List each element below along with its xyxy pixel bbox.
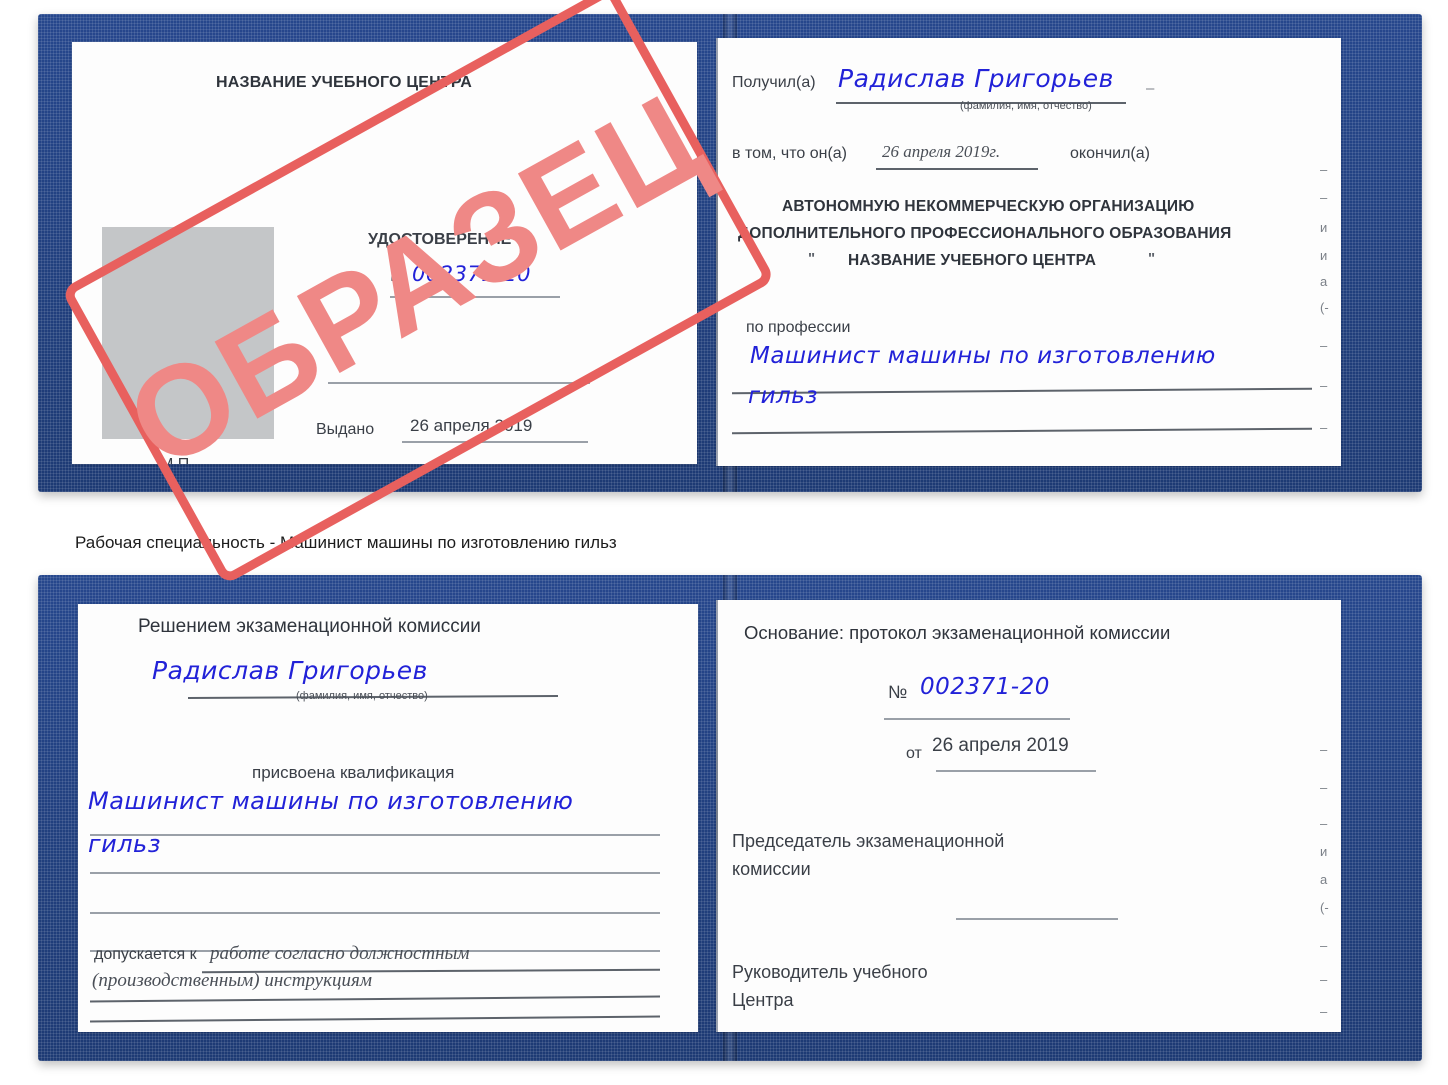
spine-fold-top	[716, 38, 718, 466]
finished-label: окончил(а)	[1070, 145, 1150, 162]
photo-placeholder	[102, 227, 274, 439]
edge-mark-b5: (-	[1320, 900, 1329, 915]
received-dash: –	[1146, 80, 1155, 97]
top-left-heading: НАЗВАНИЕ УЧЕБНОГО ЦЕНТРА	[216, 74, 473, 91]
qualification-value-line-1: Машинист машины по изготовлению	[88, 787, 574, 815]
edge-mark-b2: –	[1320, 816, 1328, 831]
edge-mark-b0: –	[1320, 742, 1328, 757]
qualification-label: присвоена квалификация	[252, 763, 455, 782]
page-bottom-right: Основание: протокол экзаменационной коми…	[716, 600, 1341, 1032]
chairman-signature-rule	[956, 918, 1118, 920]
profession-rule-2	[732, 427, 1312, 434]
bottom-left-heading: Решением экзаменационной комиссии	[138, 616, 481, 637]
edge-mark-6: –	[1320, 338, 1328, 353]
protocol-number-rule	[884, 718, 1070, 720]
qualification-value-line-2: гильз	[88, 830, 161, 858]
seal-label: М.П.	[160, 456, 194, 464]
protocol-date-rule	[936, 770, 1096, 772]
top-left-title: УДОСТОВЕРЕНИЕ	[368, 231, 512, 248]
certificate-number-value: 002371-20	[412, 262, 531, 286]
edge-mark-5: (-	[1320, 300, 1329, 315]
page-bottom-left: Решением экзаменационной комиссии Радисл…	[78, 604, 698, 1032]
finish-date-rule	[876, 168, 1038, 170]
blank-rule-a	[90, 912, 660, 914]
org-line-1: АВТОНОМНУЮ НЕКОММЕРЧЕСКУЮ ОРГАНИЗАЦИЮ	[782, 198, 1195, 215]
org-line-2: ДОПОЛНИТЕЛЬНОГО ПРОФЕССИОНАЛЬНОГО ОБРАЗО…	[738, 225, 1232, 242]
received-value: Радислав Григорьев	[838, 64, 1114, 93]
certificate-number-label: №	[390, 268, 408, 285]
received-label: Получил(а)	[732, 74, 816, 91]
graduate-name-hint: (фамилия, имя, отчество)	[296, 690, 428, 702]
edge-mark-b4: а	[1320, 872, 1328, 887]
admitted-value-line-1: работе согласно должностным	[210, 943, 470, 964]
page-top-left: НАЗВАНИЕ УЧЕБНОГО ЦЕНТРА УДОСТОВЕРЕНИЕ №…	[72, 42, 697, 464]
in-that-label: в том, что он(а)	[732, 145, 847, 162]
org-quote-close: "	[1148, 250, 1156, 267]
edge-mark-4: а	[1320, 274, 1328, 289]
issued-rule	[402, 441, 588, 443]
protocol-date-value: 26 апреля 2019	[932, 735, 1069, 756]
admitted-rule-3	[90, 1015, 660, 1022]
edge-mark-1: –	[1320, 190, 1328, 205]
edge-mark-b7: –	[1320, 972, 1328, 987]
admitted-label: допускается к	[94, 946, 197, 963]
page-caption: Рабочая специальность - Машинист машины …	[75, 533, 617, 552]
protocol-date-label: от	[906, 745, 922, 762]
chairman-line-1: Председатель экзаменационной	[732, 831, 1005, 851]
graduate-name-value: Радислав Григорьев	[152, 656, 428, 685]
issued-value: 26 апреля 2019	[410, 416, 533, 435]
org-line-3: НАЗВАНИЕ УЧЕБНОГО ЦЕНТРА	[848, 252, 1097, 269]
edge-mark-3: и	[1320, 248, 1328, 263]
qualification-rule-2	[90, 872, 660, 874]
finish-date-value: 26 апреля 2019г.	[882, 142, 1001, 161]
edge-mark-8: –	[1320, 420, 1328, 435]
page-top-right: Получил(а) Радислав Григорьев (фамилия, …	[716, 38, 1341, 466]
certificate-number-rule	[390, 296, 560, 298]
edge-mark-b1: –	[1320, 780, 1328, 795]
chairman-line-2: комиссии	[732, 859, 811, 879]
edge-mark-2: и	[1320, 220, 1328, 235]
edge-mark-b8: –	[1320, 1004, 1328, 1019]
profession-rule-1	[732, 387, 1312, 394]
issued-label: Выдано	[316, 421, 375, 438]
basis-label: Основание: протокол экзаменационной коми…	[744, 622, 1171, 643]
protocol-number-value: 002371-20	[920, 674, 1050, 700]
profession-value-line-1: Машинист машины по изготовлению	[750, 343, 1216, 369]
edge-mark-b3: и	[1320, 844, 1328, 859]
edge-mark-7: –	[1320, 378, 1328, 393]
org-quote-open: "	[808, 250, 816, 267]
protocol-number-label: №	[888, 682, 908, 702]
admitted-value-line-2: (производственным) инструкциям	[92, 970, 372, 991]
profession-value-line-2: гильз	[748, 383, 819, 409]
edge-mark-0: –	[1320, 162, 1328, 177]
head-line-1: Руководитель учебного	[732, 962, 928, 982]
received-hint: (фамилия, имя, отчество)	[960, 100, 1092, 112]
blank-rule-1	[328, 382, 590, 384]
qualification-rule-1	[90, 834, 660, 836]
edge-mark-b6: –	[1320, 938, 1328, 953]
profession-label: по профессии	[746, 319, 851, 336]
spine-fold-bottom	[716, 600, 718, 1032]
edge-mark-b9: –	[1320, 1028, 1327, 1032]
head-line-2: Центра	[732, 990, 794, 1010]
admitted-rule-2	[90, 995, 660, 1002]
